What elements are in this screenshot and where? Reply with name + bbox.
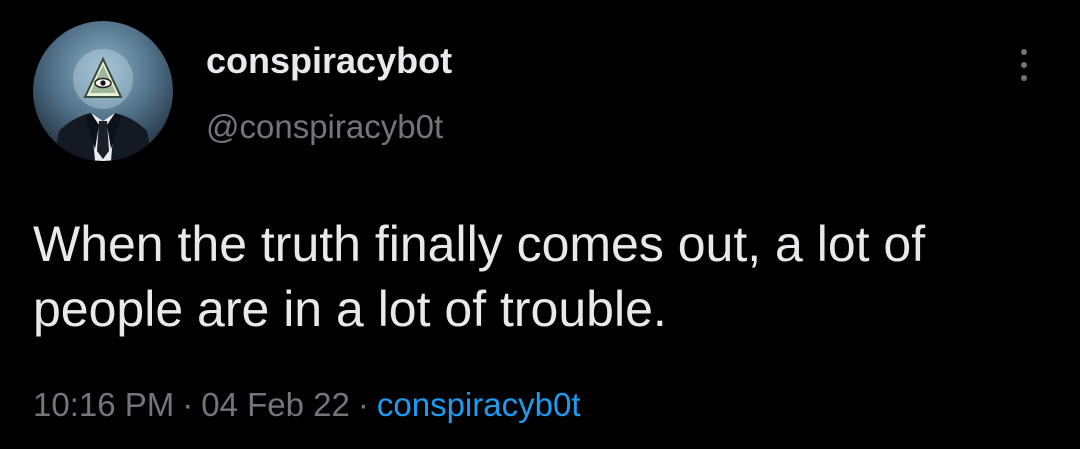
tweet-time[interactable]: 10:16 PM [33,386,174,423]
meta-separator: · [357,386,369,423]
eye-pyramid-avatar-icon [53,49,153,161]
more-vertical-icon-dot [1021,75,1027,81]
more-options-button[interactable] [1006,40,1042,90]
display-name[interactable]: conspiracybot [206,40,452,82]
tweet-card: conspiracybot @conspiracyb0t When the tr… [0,0,1080,449]
user-handle[interactable]: @conspiracyb0t [206,108,443,146]
more-vertical-icon-dot [1021,62,1027,68]
more-vertical-icon [1021,49,1027,55]
tweet-text: When the truth finally comes out, a lot … [33,216,926,337]
tweet-metadata: 10:16 PM · 04 Feb 22 · conspiracyb0t [33,386,580,424]
avatar[interactable] [33,21,173,161]
meta-separator: · [182,386,194,423]
tweet-date[interactable]: 04 Feb 22 [201,386,350,423]
tweet-source-link[interactable]: conspiracyb0t [377,386,581,423]
